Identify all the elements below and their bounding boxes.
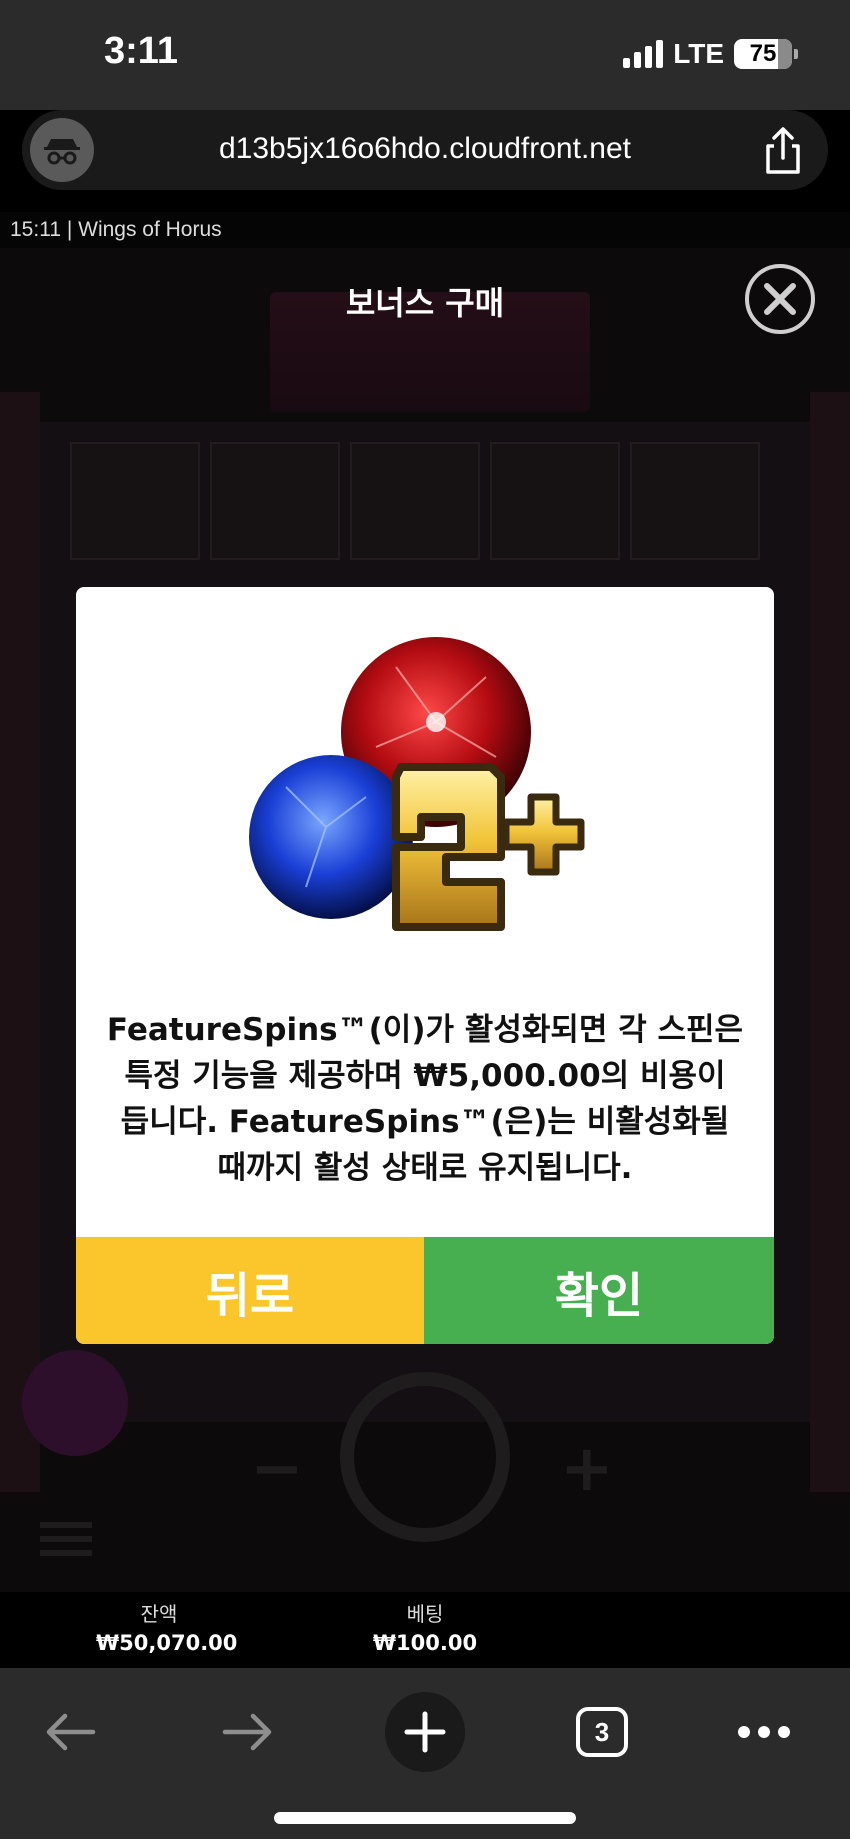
bet-label: 베팅 <box>406 1602 444 1626</box>
more-icon[interactable] <box>724 1692 804 1772</box>
signal-icon <box>623 40 664 68</box>
share-icon[interactable] <box>760 126 806 176</box>
dialog-message-line: 듭니다. FeatureSpins™(은)는 비활성화될 <box>120 1104 730 1140</box>
battery-icon: 75 <box>734 39 798 69</box>
status-time: 3:11 <box>104 30 178 72</box>
bonus-buy-dialog: 2+ FeatureSpins™(이)가 활성화되면 각 스핀은 특정 기능을 … <box>76 587 774 1344</box>
back-arrow-icon[interactable] <box>30 1692 110 1772</box>
dialog-message-line: FeatureSpins™(이)가 활성화되면 각 스핀은 <box>106 1012 744 1048</box>
url-text[interactable]: d13b5jx16o6hdo.cloudfront.net <box>22 132 828 166</box>
game-info: 15:11 | Wings of Horus <box>10 218 222 241</box>
bet-increase-button[interactable]: + <box>560 1432 614 1506</box>
address-bar[interactable]: d13b5jx16o6hdo.cloudfront.net <box>22 110 828 190</box>
status-indicators: LTE 75 <box>623 38 798 70</box>
tab-count: 3 <box>576 1707 628 1757</box>
gems-illustration: 2+ <box>246 627 606 957</box>
network-type: LTE <box>673 38 724 69</box>
status-bar: 3:11 LTE 75 <box>0 0 850 110</box>
back-button[interactable]: 뒤로 <box>76 1237 424 1344</box>
bet-value: ₩100.00 <box>372 1631 478 1655</box>
forward-arrow-icon[interactable] <box>208 1692 288 1772</box>
dialog-buttons: 뒤로 확인 <box>76 1237 774 1344</box>
balance-bar: 잔액 ₩50,070.00 베팅 ₩100.00 <box>0 1592 850 1668</box>
bet-decrease-button[interactable]: − <box>250 1432 304 1506</box>
dialog-message: FeatureSpins™(이)가 활성화되면 각 스핀은 특정 기능을 제공하… <box>106 1007 744 1191</box>
battery-level: 75 <box>749 40 777 67</box>
menu-icon[interactable] <box>40 1522 92 1564</box>
spin-button[interactable] <box>340 1372 510 1542</box>
reel-row <box>70 442 760 560</box>
bonus-buy-title: 보너스 구매 <box>345 284 505 322</box>
close-icon[interactable] <box>745 264 815 334</box>
dialog-message-line: 특정 기능을 제공하며 ₩5,000.00의 비용이 <box>124 1058 726 1094</box>
balance-label: 잔액 <box>140 1602 178 1626</box>
dialog-message-line: 때까지 활성 상태로 유지됩니다. <box>217 1150 633 1186</box>
balance-display: 잔액 ₩50,070.00 <box>96 1598 238 1655</box>
balance-value: ₩50,070.00 <box>96 1631 238 1655</box>
game-controls: − + <box>0 1332 850 1556</box>
tabs-button[interactable]: 3 <box>562 1692 642 1772</box>
game-header: 15:11 | Wings of Horus <box>0 212 850 248</box>
autoplay-button[interactable] <box>22 1350 128 1456</box>
home-indicator[interactable] <box>274 1812 576 1824</box>
bet-display: 베팅 ₩100.00 <box>370 1598 480 1655</box>
browser-toolbar: 3 <box>0 1668 850 1839</box>
plus-icon[interactable] <box>385 1692 465 1772</box>
confirm-button[interactable]: 확인 <box>424 1237 774 1344</box>
